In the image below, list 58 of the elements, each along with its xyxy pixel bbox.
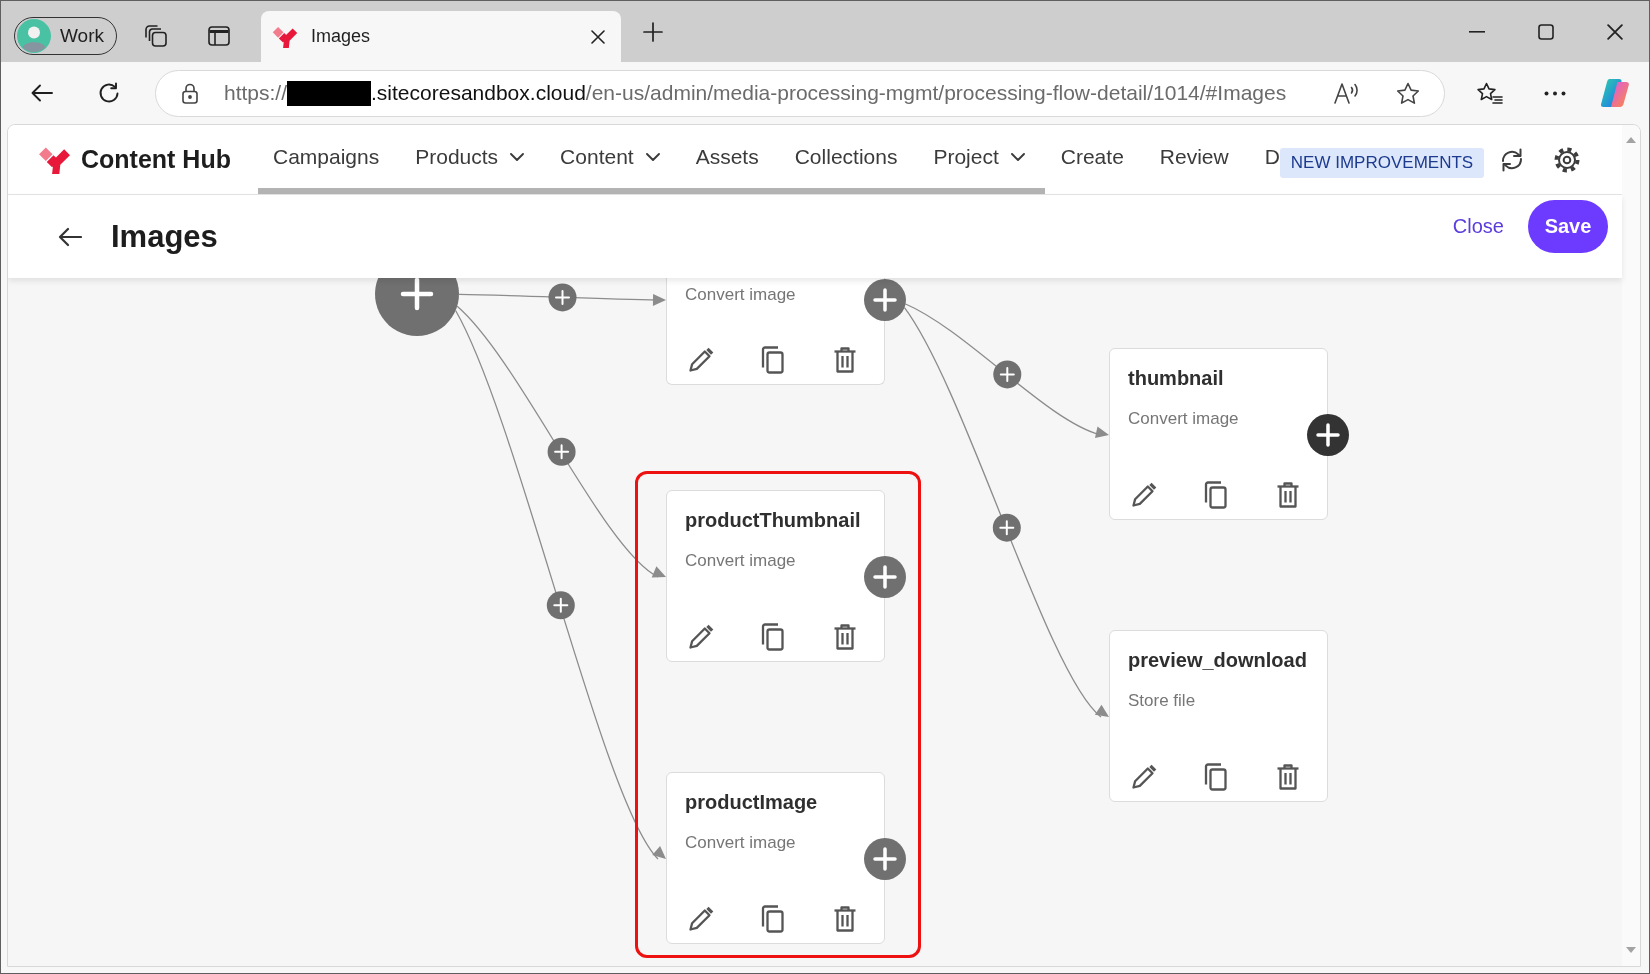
step-type-text: Convert image xyxy=(1128,408,1240,430)
more-icon[interactable] xyxy=(1544,90,1566,96)
close-link[interactable]: Close xyxy=(1452,215,1504,238)
read-aloud-icon[interactable] xyxy=(1334,82,1360,104)
workspaces-icon[interactable] xyxy=(145,25,167,47)
step-title: thumbnail xyxy=(1128,366,1225,391)
star-icon[interactable] xyxy=(1396,81,1420,105)
browser-tab[interactable]: Images xyxy=(261,11,621,62)
step-type-text: Store file xyxy=(1128,690,1197,712)
plus-circle-icon[interactable] xyxy=(1307,414,1349,456)
copilot-icon[interactable] xyxy=(1600,78,1630,108)
close-icon[interactable] xyxy=(591,29,605,44)
vertical-tabs-icon[interactable] xyxy=(208,26,230,46)
page-title: Images xyxy=(111,218,218,255)
minimize-icon[interactable] xyxy=(1468,30,1485,33)
nav-link[interactable]: Collections xyxy=(794,144,898,169)
announcement-badge[interactable]: NEW IMPROVEMENTS xyxy=(1279,147,1485,178)
pencil-icon[interactable] xyxy=(1130,481,1158,509)
step-title: productThumbnail xyxy=(685,508,862,533)
refresh-icon[interactable] xyxy=(98,82,120,104)
copy-icon[interactable] xyxy=(759,905,787,933)
copy-icon[interactable] xyxy=(759,346,787,374)
nav-link[interactable]: Products xyxy=(415,144,525,169)
address-field[interactable]: https:// .sitecoresandbox.cloud/en-us/admin/media-processing-mgmt/processing-flow-detail/1014/#Images xyxy=(155,69,1445,117)
step-title: preview_download xyxy=(1128,648,1308,673)
nav-link[interactable]: Content xyxy=(560,144,660,169)
copy-icon[interactable] xyxy=(759,623,787,651)
nav-link[interactable]: Create xyxy=(1060,144,1124,169)
nav-link[interactable]: Assets xyxy=(695,144,759,169)
logo-icon[interactable] xyxy=(38,145,71,174)
nav-scrollbar[interactable] xyxy=(258,188,1045,194)
pencil-icon[interactable] xyxy=(687,346,715,374)
step-type-text: Convert image xyxy=(685,832,797,854)
save-button[interactable]: Save xyxy=(1528,200,1608,253)
back-arrow-icon[interactable] xyxy=(31,84,53,102)
nav-link[interactable]: Project xyxy=(933,144,1025,169)
brand-name[interactable]: Content Hub xyxy=(81,145,231,174)
copy-icon[interactable] xyxy=(1202,481,1230,509)
settings-icon[interactable] xyxy=(1554,146,1580,173)
step-title: productImage xyxy=(685,790,819,815)
lock-icon[interactable] xyxy=(182,82,198,104)
refresh-icon[interactable] xyxy=(1499,146,1525,173)
back-arrow-icon[interactable] xyxy=(58,226,82,247)
nav-link[interactable]: D xyxy=(1264,144,1280,169)
nav-link[interactable]: Campaigns xyxy=(273,144,380,169)
new-tab-icon[interactable] xyxy=(643,22,663,42)
avatar-icon xyxy=(17,19,51,53)
nav-link[interactable]: Review xyxy=(1159,144,1229,169)
pencil-icon[interactable] xyxy=(1130,763,1158,791)
close-icon[interactable] xyxy=(1606,23,1623,40)
step-type-text: Convert image xyxy=(685,550,797,572)
step-type-text: Convert image xyxy=(685,284,797,306)
copy-icon[interactable] xyxy=(1202,763,1230,791)
pencil-icon[interactable] xyxy=(687,623,715,651)
favorites-icon[interactable] xyxy=(1477,82,1503,104)
logo-icon xyxy=(272,25,298,48)
maximize-icon[interactable] xyxy=(1537,23,1554,40)
pencil-icon[interactable] xyxy=(687,905,715,933)
